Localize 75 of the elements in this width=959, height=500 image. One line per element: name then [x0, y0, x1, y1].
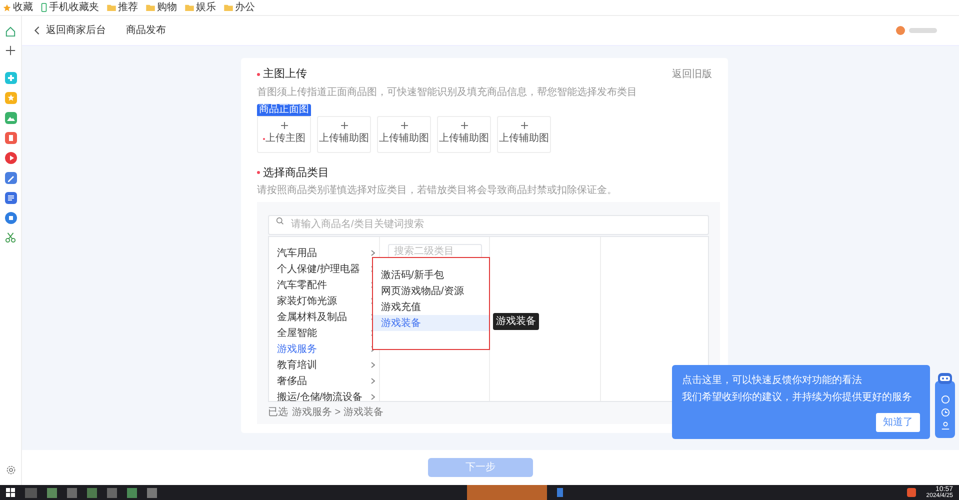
slot-label: 上传辅助图 [319, 132, 369, 146]
image-badge: 商品正面图 [257, 104, 311, 116]
play-icon[interactable] [4, 152, 16, 164]
category-item[interactable]: 汽车用品 [277, 245, 375, 261]
chevron-right-icon [371, 378, 375, 384]
back-icon[interactable] [34, 26, 40, 35]
upload-slot[interactable]: 上传主图 [257, 116, 311, 152]
tooltip: 游戏装备 [493, 313, 539, 330]
bookmark[interactable]: 收藏 [3, 2, 33, 12]
document-icon[interactable] [4, 132, 16, 144]
phone-icon [41, 3, 47, 12]
avatar[interactable] [896, 26, 905, 35]
chevron-right-icon [371, 250, 375, 256]
clock-icon[interactable] [940, 408, 950, 417]
selected-label: 已选 [268, 406, 288, 420]
person-icon[interactable] [940, 421, 950, 430]
notes-icon[interactable] [4, 192, 16, 204]
popup-message: 我们希望收到你的建议，并持续为你提供更好的服务 [682, 390, 913, 405]
slot-label: 上传辅助图 [439, 132, 489, 146]
subcategory-search-field[interactable]: 搜索二级类目 [388, 244, 482, 259]
plus-icon[interactable] [5, 45, 16, 56]
settings-icon[interactable] [6, 465, 16, 475]
plus-icon [340, 122, 348, 129]
upload-slot[interactable]: 上传辅助图 [497, 116, 551, 152]
bookmark[interactable]: 手机收藏夹 [41, 2, 99, 12]
bookmark[interactable]: 推荐 [107, 2, 138, 12]
back-link[interactable]: 返回商家后台 [46, 23, 106, 38]
category-item[interactable]: 教育培训 [277, 357, 375, 373]
plus-icon [460, 122, 468, 129]
plus-icon [520, 122, 528, 129]
page-title: 商品发布 [126, 24, 166, 38]
folder-icon [185, 4, 194, 11]
slot-label: 上传辅助图 [379, 132, 429, 146]
subcategory-item[interactable]: 游戏充值 [373, 299, 489, 315]
popup-title: 点击这里，可以快速反馈你对功能的看法 [682, 374, 863, 388]
folder-icon [107, 4, 116, 11]
folder-icon [224, 4, 233, 11]
search-icon [276, 217, 284, 225]
windows-icon[interactable] [6, 488, 15, 497]
puzzle-icon[interactable] [4, 72, 16, 84]
edit-icon[interactable] [4, 172, 16, 184]
account-name-bar [909, 28, 937, 33]
folder-icon [146, 4, 155, 11]
category-item[interactable]: 奢侈品 [277, 373, 375, 389]
selected-path: 游戏服务 > 游戏装备 [292, 406, 384, 420]
bookmark[interactable]: 娱乐 [185, 2, 216, 12]
plus-icon [400, 122, 408, 129]
upload-slot[interactable]: 上传辅助图 [317, 116, 371, 152]
section-title: 主图上传 [263, 66, 307, 82]
subcategory-item[interactable]: 激活码/新手包 [373, 267, 489, 283]
taskbar-app-icon[interactable] [25, 488, 37, 498]
robot-icon[interactable] [937, 371, 953, 385]
home-icon[interactable] [5, 26, 16, 37]
search-field[interactable]: 请输入商品名/类目关键词搜索 [268, 214, 709, 234]
section-description: 首图须上传指道正面商品图，可快速智能识别及填充商品信息，帮您智能选择发布类目 [257, 86, 638, 100]
image-icon[interactable] [4, 112, 16, 124]
star-icon [3, 4, 11, 12]
old-version-link[interactable]: 返回旧版 [672, 66, 712, 82]
plus-icon [280, 122, 288, 129]
subcategory-item[interactable]: 网页游戏物品/资源 [373, 283, 489, 299]
section-title: 选择商品类目 [263, 166, 329, 180]
taskbar-app-icon[interactable] [907, 488, 916, 497]
section-description: 请按照商品类别谨慎选择对应类目，若错放类目将会导致商品封禁或扣除保证金。 [257, 184, 618, 198]
category-item[interactable]: 搬运/仓储/物流设备 [277, 389, 375, 401]
star-icon[interactable] [4, 92, 16, 104]
subcategory-item[interactable]: 游戏装备 [373, 315, 489, 331]
chevron-right-icon [371, 362, 375, 368]
upload-slot[interactable]: 上传辅助图 [437, 116, 491, 152]
bookmark[interactable]: 办公 [224, 2, 255, 12]
slot-label: 上传辅助图 [499, 132, 549, 146]
chevron-right-icon [371, 394, 375, 400]
slot-label: 上传主图 [266, 132, 306, 146]
bookmark[interactable]: 购物 [146, 2, 177, 12]
scissors-icon[interactable] [5, 232, 16, 243]
upload-slot[interactable]: 上传辅助图 [377, 116, 431, 152]
